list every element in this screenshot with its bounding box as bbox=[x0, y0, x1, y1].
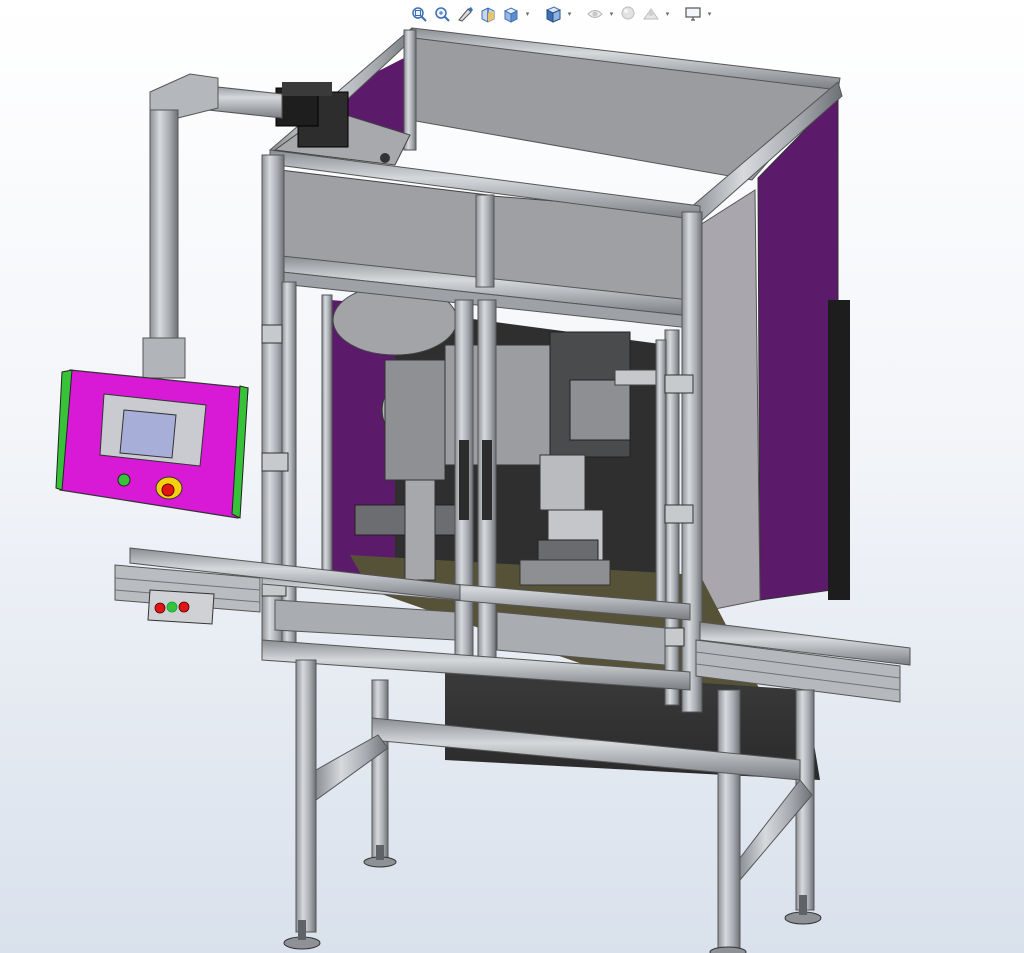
cable-support-arm bbox=[142, 73, 283, 379]
graphics-area[interactable] bbox=[0, 0, 1024, 953]
hmi-control-panel bbox=[55, 369, 249, 519]
